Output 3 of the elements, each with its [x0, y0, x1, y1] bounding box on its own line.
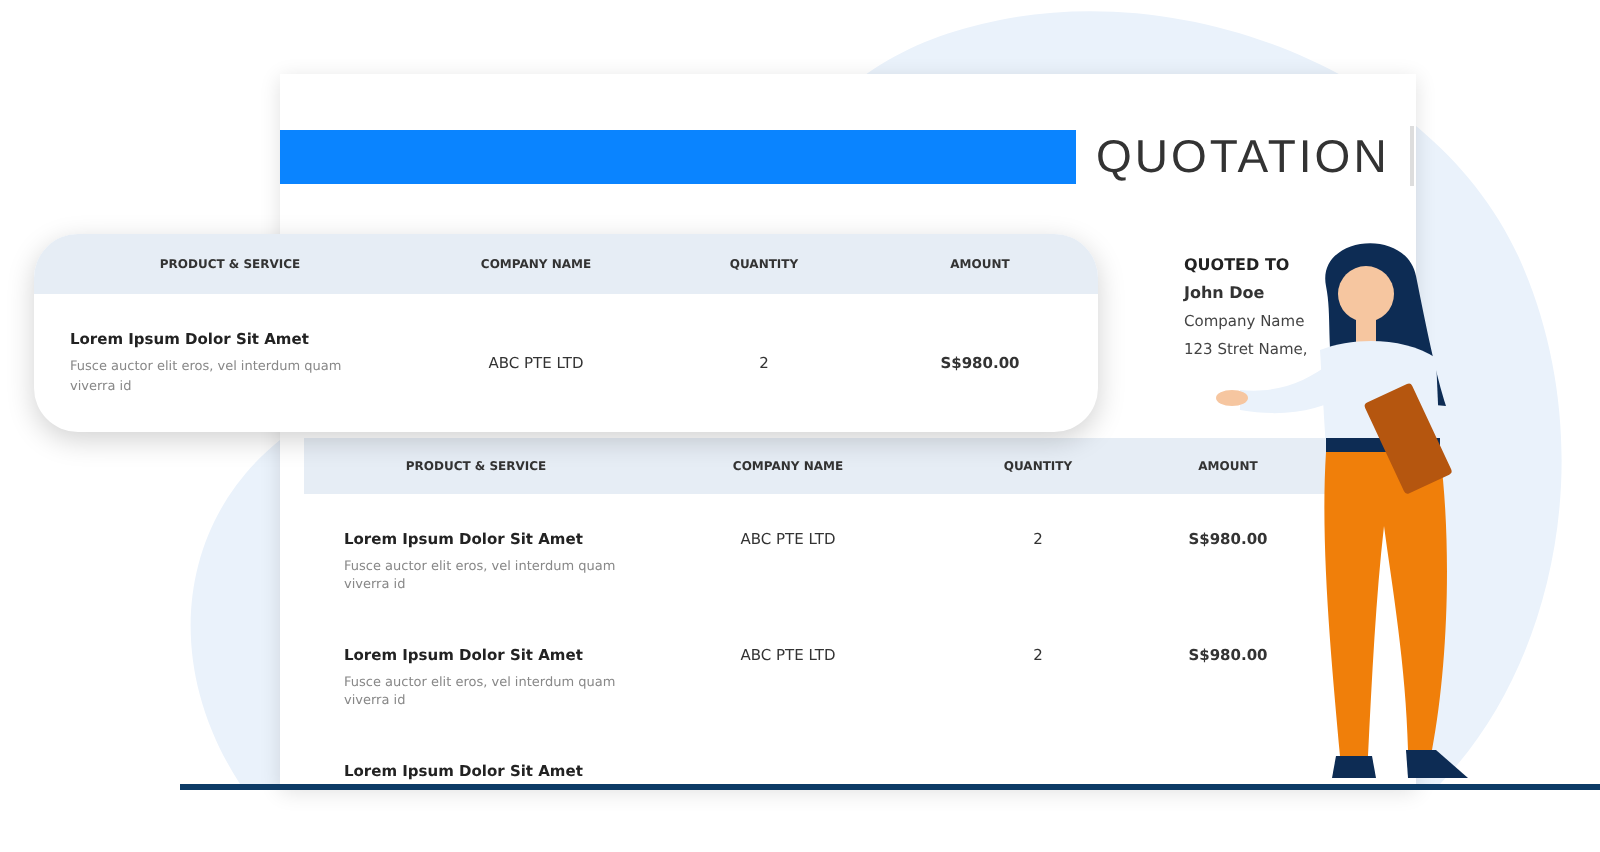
quoted-to-label: QUOTED TO: [1184, 256, 1292, 274]
client-name: John Doe: [1184, 284, 1267, 302]
document-title: QUOTATION: [1096, 126, 1414, 186]
